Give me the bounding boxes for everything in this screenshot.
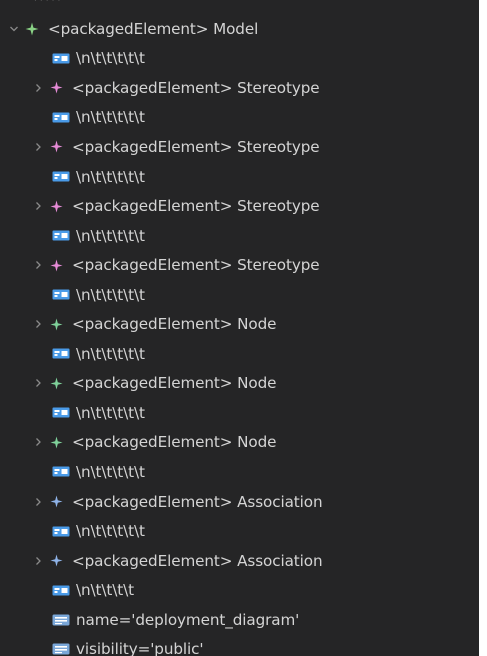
tree-row-label: \n\t\t\t\t\t [76,49,145,68]
star-icon [48,434,64,450]
star-icon [48,139,64,155]
tree-row-node[interactable]: <packagedElement> Node [0,369,479,399]
star-icon [48,375,64,391]
chevron-right-icon[interactable] [28,196,48,216]
tree-row-label: visibility='public' [76,640,204,656]
tree-row-root-model[interactable]: <packagedElement> Model [0,14,479,44]
chevron-right-icon[interactable] [28,432,48,452]
tree-row-text-node[interactable]: \n\t\t\t\t\t [0,339,479,369]
chevron-right-icon[interactable] [28,314,48,334]
text-node-icon [52,171,70,182]
star-icon [24,21,40,37]
star-icon [48,80,64,96]
tree-row-label: \n\t\t\t\t\t [76,522,145,541]
tree-row-label: <packagedElement> Model [48,19,259,38]
text-node-icon [52,289,70,300]
chevron-right-icon[interactable] [28,492,48,512]
chevron-right-icon[interactable] [28,137,48,157]
tree-row-label: \n\t\t\t\t\t [76,462,145,481]
tree-row-association[interactable]: <packagedElement> Association [0,546,479,576]
tree-row-label: \n\t\t\t\t\t [76,108,145,127]
tree-row-node[interactable]: <packagedElement> Node [0,428,479,458]
text-node-icon [52,112,70,123]
tree-row-text-node[interactable]: \n\t\t\t\t\t [0,162,479,192]
star-icon [48,553,64,569]
xml-tree-panel: ····· <packagedElement> Model \n\t\t\t\t… [0,0,479,656]
tree-row-label: <packagedElement> Stereotype [72,78,320,97]
tree-row-text-node[interactable]: \n\t\t\t\t\t [0,457,479,487]
tree-row-label: name='deployment_diagram' [76,610,300,629]
tree-row-label: \n\t\t\t\t\t [76,226,145,245]
tree-row-label: <packagedElement> Node [72,433,277,452]
chevron-right-icon[interactable] [28,551,48,571]
tree-row-stereotype[interactable]: <packagedElement> Stereotype [0,73,479,103]
tree-row-label: <packagedElement> Stereotype [72,137,320,156]
star-icon [48,257,64,273]
attribute-icon [52,643,70,655]
text-node-icon [52,230,70,241]
chevron-down-icon[interactable] [4,19,24,39]
tree-row-text-node[interactable]: \n\t\t\t\t\t [0,44,479,74]
attribute-icon [52,614,70,626]
tree-row-attribute[interactable]: visibility='public' [0,634,479,656]
tree-row-attribute[interactable]: name='deployment_diagram' [0,605,479,635]
tree-row-node[interactable]: <packagedElement> Node [0,309,479,339]
tree-row-text-node[interactable]: \n\t\t\t\t\t [0,103,479,133]
star-icon [48,316,64,332]
text-node-icon [52,526,70,537]
text-node-icon [52,348,70,359]
tree-row-text-node[interactable]: \n\t\t\t\t [0,575,479,605]
tree-row-label: \n\t\t\t\t\t [76,344,145,363]
tree-row-label: <packagedElement> Association [72,551,323,570]
tree-row-label: <packagedElement> Node [72,315,277,334]
text-node-icon [52,53,70,64]
tree-row-text-node[interactable]: \n\t\t\t\t\t [0,398,479,428]
chevron-right-icon[interactable] [28,78,48,98]
tree-row-label: \n\t\t\t\t\t [76,403,145,422]
tree-row-label: <packagedElement> Node [72,374,277,393]
tree-row-label: \n\t\t\t\t\t [76,167,145,186]
text-node-icon [52,585,70,596]
tree-row-stereotype[interactable]: <packagedElement> Stereotype [0,191,479,221]
tree-row-stereotype[interactable]: <packagedElement> Stereotype [0,250,479,280]
star-icon [48,494,64,510]
tree-row-label: \n\t\t\t\t [76,581,135,600]
tree-row-text-node[interactable]: \n\t\t\t\t\t [0,516,479,546]
truncated-row-dots: ····· [34,0,64,5]
tree-row-label: <packagedElement> Stereotype [72,256,320,275]
chevron-right-icon[interactable] [28,373,48,393]
tree-row-label: \n\t\t\t\t\t [76,285,145,304]
tree-row-text-node[interactable]: \n\t\t\t\t\t [0,221,479,251]
tree-row-label: <packagedElement> Stereotype [72,197,320,216]
star-icon [48,198,64,214]
text-node-icon [52,407,70,418]
tree-row-label: <packagedElement> Association [72,492,323,511]
page-margin [479,0,487,656]
text-node-icon [52,466,70,477]
tree-row-association[interactable]: <packagedElement> Association [0,487,479,517]
tree-row-stereotype[interactable]: <packagedElement> Stereotype [0,132,479,162]
tree-row-text-node[interactable]: \n\t\t\t\t\t [0,280,479,310]
chevron-right-icon[interactable] [28,255,48,275]
xml-tree: <packagedElement> Model \n\t\t\t\t\t <pac… [0,14,479,656]
